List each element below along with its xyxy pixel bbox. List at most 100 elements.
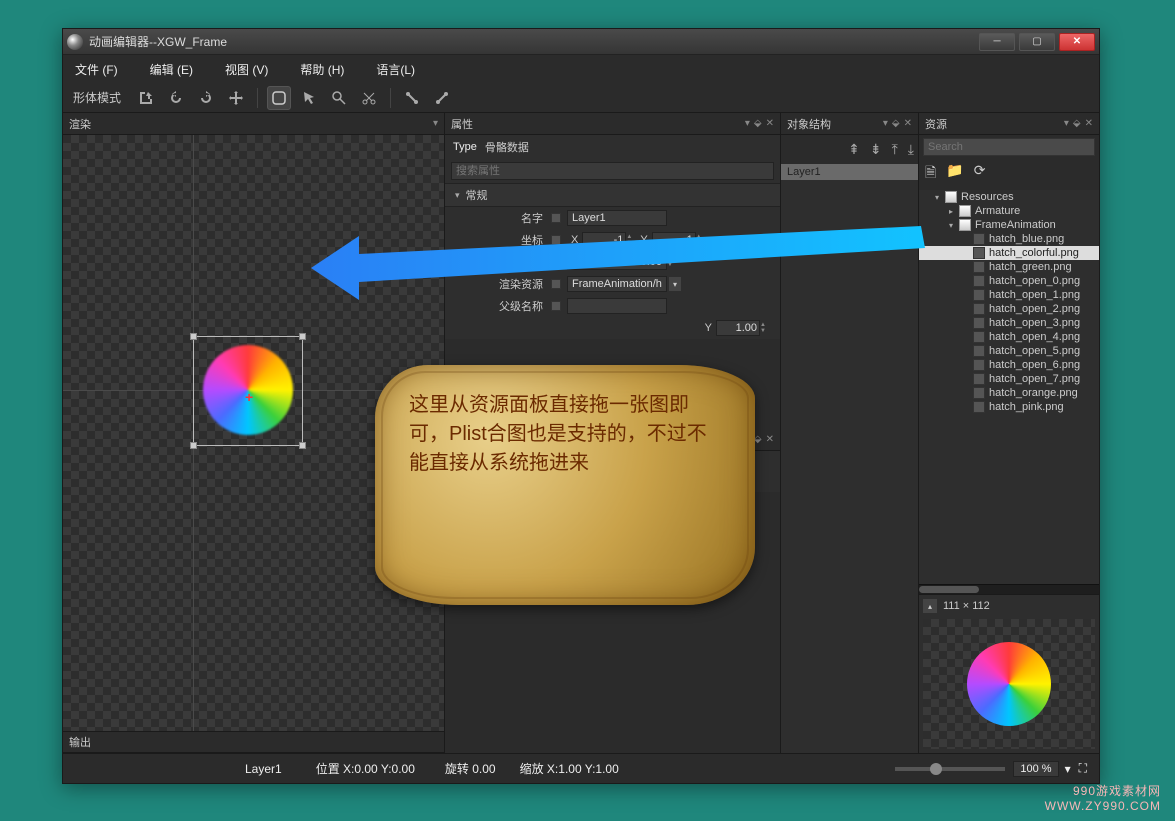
shape-mode-label[interactable]: 形体模式 [73,89,121,106]
name-checkbox[interactable] [551,213,561,223]
status-scale: 缩放 X:1.00 Y:1.00 [520,760,619,777]
file-item[interactable]: hatch_open_5.png [919,344,1099,358]
name-input[interactable] [567,210,667,226]
type-label: Type [453,141,477,153]
file-item[interactable]: hatch_pink.png [919,400,1099,414]
object-tree[interactable]: Layer1 [781,164,918,753]
file-item[interactable]: hatch_open_2.png [919,302,1099,316]
send-back-icon[interactable]: ⤓ [908,141,914,158]
file-icon[interactable]: 🗎 [925,162,936,186]
rotate-label: 旋转 [455,254,543,270]
minimize-button[interactable]: ─ [979,33,1015,51]
resources-search-input[interactable] [923,138,1095,156]
dropdown-icon[interactable]: ▾ [883,118,888,129]
parent-checkbox[interactable] [551,301,561,311]
section-general[interactable]: 常规 [445,183,780,207]
property-search-input[interactable] [451,162,774,180]
close-icon[interactable]: ✕ [766,434,774,445]
tool-redo-icon[interactable] [194,86,218,110]
menu-help[interactable]: 帮助 (H) [300,61,344,78]
file-item[interactable]: hatch_open_4.png [919,330,1099,344]
tool-pointer-icon[interactable] [297,86,321,110]
preview-collapse-icon[interactable]: ▴ [923,599,937,613]
resources-tree[interactable]: ▾Resources ▸Armature ▾FrameAnimation hat… [919,190,1099,584]
resize-handle-tl[interactable] [190,333,197,340]
dropdown-icon[interactable]: ▾ [433,118,438,129]
menu-edit[interactable]: 编辑 (E) [150,61,193,78]
menubar: 文件 (F) 编辑 (E) 视图 (V) 帮助 (H) 语言(L) [63,55,1099,83]
tool-zoom-icon[interactable] [327,86,351,110]
file-item[interactable]: hatch_open_3.png [919,316,1099,330]
file-item[interactable]: hatch_blue.png [919,232,1099,246]
align-top-icon[interactable]: ⇞ [848,141,860,158]
coord-checkbox[interactable] [551,235,561,245]
statusbar: Layer1 位置 X:0.00 Y:0.00 旋转 0.00 缩放 X:1.0… [63,753,1099,783]
annotation-note: 这里从资源面板直接拖一张图即可，Plist合图也是支持的，不过不能直接从系统拖进… [375,365,755,605]
output-panel-header: 输出 [63,731,444,753]
pin-icon[interactable]: ⬙ [1073,118,1081,129]
rotate-checkbox[interactable] [551,257,561,267]
menu-file[interactable]: 文件 (F) [75,61,118,78]
tool-undo-icon[interactable] [164,86,188,110]
file-item[interactable]: hatch_open_6.png [919,358,1099,372]
preview-dims: 111 × 112 [943,600,990,612]
dropdown-icon[interactable]: ▾ [1064,118,1069,129]
properties-panel-header: 属性 ▾ ⬙ ✕ [445,113,780,135]
resources-panel-header: 资源 ▾ ⬙ ✕ [919,113,1099,135]
zoom-slider[interactable] [895,767,1005,771]
output-panel-title: 输出 [69,734,91,750]
pin-icon[interactable]: ⬙ [754,434,762,445]
close-button[interactable]: ✕ [1059,33,1095,51]
align-bottom-icon[interactable]: ⇟ [870,141,882,158]
tool-cut-icon[interactable] [357,86,381,110]
close-icon[interactable]: ✕ [904,118,912,129]
folder-icon[interactable]: 📁 [946,162,963,186]
maximize-button[interactable]: ▢ [1019,33,1055,51]
type-value: 骨骼数据 [485,139,529,155]
pin-icon[interactable]: ⬙ [754,118,762,129]
fit-screen-icon[interactable]: ⛶ [1079,761,1087,776]
rotate-input[interactable] [567,254,667,270]
selection-box[interactable] [193,336,303,446]
close-icon[interactable]: ✕ [766,118,774,129]
tool-shape-icon[interactable] [267,86,291,110]
renderres-checkbox[interactable] [551,279,561,289]
file-item[interactable]: hatch_orange.png [919,386,1099,400]
menu-view[interactable]: 视图 (V) [225,61,268,78]
parent-input[interactable] [567,298,667,314]
resize-handle-br[interactable] [299,442,306,449]
pin-icon[interactable]: ⬙ [892,118,900,129]
coord-x-input[interactable] [582,232,626,248]
tool-bone2-icon[interactable] [430,86,454,110]
tool-select-icon[interactable] [134,86,158,110]
object-item-layer1[interactable]: Layer1 [781,164,918,180]
zoom-dropdown-icon[interactable]: ▾ [1065,762,1071,776]
name-label: 名字 [455,210,543,226]
tool-move-icon[interactable] [224,86,248,110]
zoom-value[interactable]: 100 % [1013,761,1058,777]
file-item[interactable]: hatch_open_1.png [919,288,1099,302]
file-item[interactable]: hatch_open_7.png [919,372,1099,386]
resize-handle-bl[interactable] [190,442,197,449]
bring-front-icon[interactable]: ⤒ [892,141,898,158]
close-icon[interactable]: ✕ [1085,118,1093,129]
preview-image [967,642,1051,726]
app-icon [67,34,83,50]
horizontal-scrollbar[interactable] [919,584,1099,594]
refresh-icon[interactable]: ⟳ [974,162,986,186]
file-item[interactable]: hatch_green.png [919,260,1099,274]
menu-lang[interactable]: 语言(L) [376,61,415,78]
tool-bone1-icon[interactable] [400,86,424,110]
properties-panel-title: 属性 [451,116,473,132]
parent-label: 父级名称 [455,298,543,314]
resize-handle-tr[interactable] [299,333,306,340]
renderres-input[interactable] [567,276,667,292]
app-window: 动画编辑器--XGW_Frame ─ ▢ ✕ 文件 (F) 编辑 (E) 视图 … [62,28,1100,784]
renderres-label: 渲染资源 [455,276,543,292]
scale-y-input[interactable] [716,320,760,336]
dropdown-icon[interactable]: ▾ [745,118,750,129]
file-item-selected[interactable]: hatch_colorful.png [919,246,1099,260]
file-item[interactable]: hatch_open_0.png [919,274,1099,288]
coord-y-input[interactable] [652,232,696,248]
renderres-dropdown-icon[interactable]: ▾ [669,277,681,291]
